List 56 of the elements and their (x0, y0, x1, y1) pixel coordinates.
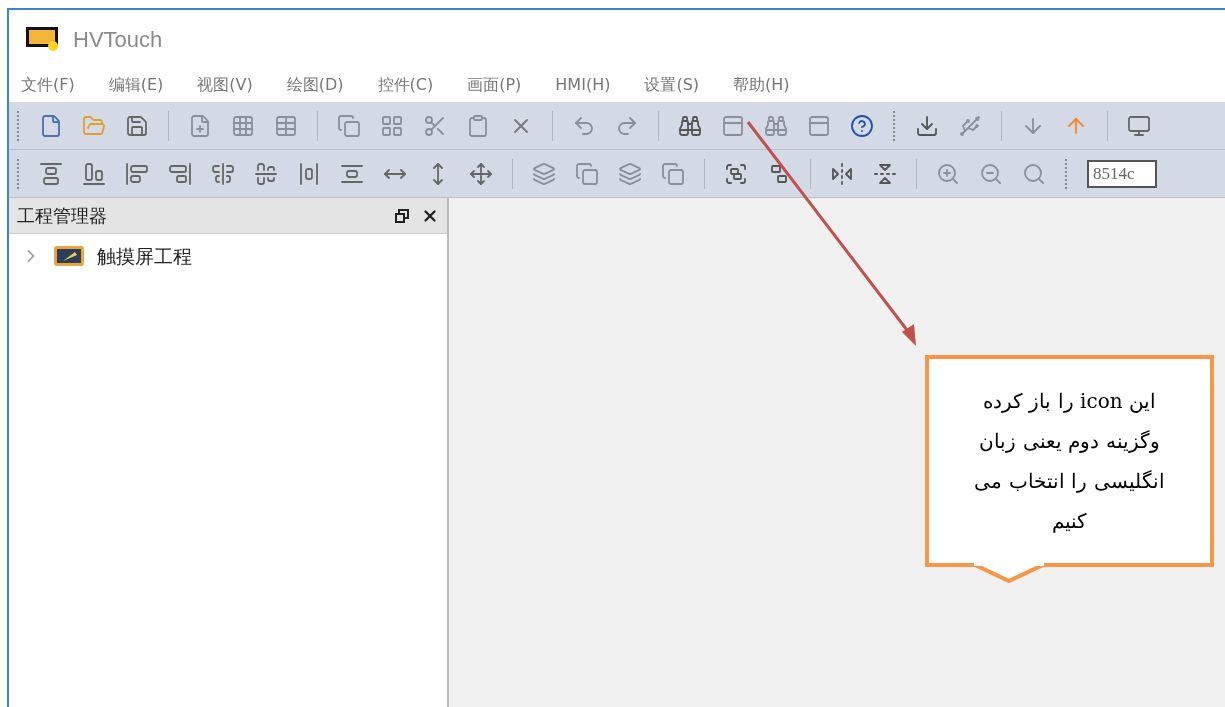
grip-icon[interactable] (893, 110, 896, 141)
folder-icon[interactable] (82, 113, 106, 138)
menu-item[interactable]: 帮助(H) (733, 73, 790, 97)
file-icon[interactable] (39, 113, 63, 138)
align-bottom-icon[interactable] (82, 161, 106, 186)
panel-title: 工程管理器 (17, 204, 108, 228)
clipboard-icon[interactable] (466, 113, 490, 138)
layers-icon[interactable] (618, 161, 642, 186)
tree-item[interactable]: 触摸屏工程 (97, 242, 192, 271)
usb-icon[interactable] (958, 113, 982, 138)
zoom-field[interactable]: 8514c (1087, 159, 1157, 188)
flip-horizontal-icon[interactable] (830, 161, 854, 186)
help-icon[interactable] (850, 113, 874, 138)
screen-icon (53, 244, 85, 269)
menu-item[interactable]: 编辑(E) (108, 73, 164, 97)
flip-vertical-icon[interactable] (873, 161, 897, 186)
move-icon[interactable] (469, 161, 493, 186)
menu-item[interactable]: 绘图(D) (286, 73, 344, 97)
panel-icon[interactable] (721, 113, 745, 138)
menu-item[interactable]: 视图(V) (197, 73, 253, 97)
restore-icon[interactable] (395, 208, 409, 223)
copy-icon[interactable] (337, 113, 361, 138)
app-logo-icon (25, 26, 61, 52)
window-title: HVTouch (73, 25, 163, 54)
menu-item[interactable]: 画面(P) (467, 73, 522, 97)
binoculars-icon[interactable] (764, 113, 788, 138)
file-plus-icon[interactable] (188, 113, 212, 138)
menu-item[interactable]: 控件(C) (377, 73, 434, 97)
grip-icon[interactable] (17, 158, 20, 189)
grip-icon[interactable] (17, 110, 20, 141)
zoom-out-icon[interactable] (979, 161, 1003, 186)
panel-icon[interactable] (807, 113, 831, 138)
monitor-icon[interactable] (1127, 113, 1151, 138)
grip-icon[interactable] (1065, 158, 1068, 189)
download-icon[interactable] (915, 113, 939, 138)
binoculars-icon[interactable] (678, 113, 702, 138)
group-icon[interactable] (724, 161, 748, 186)
align-left-icon[interactable] (125, 161, 149, 186)
distribute-horizontal-icon[interactable] (297, 161, 321, 186)
squares-icon[interactable] (575, 161, 599, 186)
blocks-icon[interactable] (380, 113, 404, 138)
scissors-icon[interactable] (423, 113, 447, 138)
align-right-icon[interactable] (168, 161, 192, 186)
search-icon[interactable] (1022, 161, 1046, 186)
menu-item[interactable]: HMI(H) (555, 73, 611, 97)
menu-item[interactable]: 文件(F) (21, 73, 75, 97)
zoom-in-icon[interactable] (936, 161, 960, 186)
align-middle-icon[interactable] (211, 161, 235, 186)
menu-item[interactable]: 设置(S) (644, 73, 700, 97)
align-top-icon[interactable] (39, 161, 63, 186)
layers-icon[interactable] (532, 161, 556, 186)
squares-icon[interactable] (661, 161, 685, 186)
align-center-icon[interactable] (254, 161, 278, 186)
callout-text: این icon را باز کرده وگزینه دوم یعنی زبان انگلیسی را انتخاب می کنیم (974, 388, 1165, 535)
table-icon[interactable] (274, 113, 298, 138)
grid-icon[interactable] (231, 113, 255, 138)
